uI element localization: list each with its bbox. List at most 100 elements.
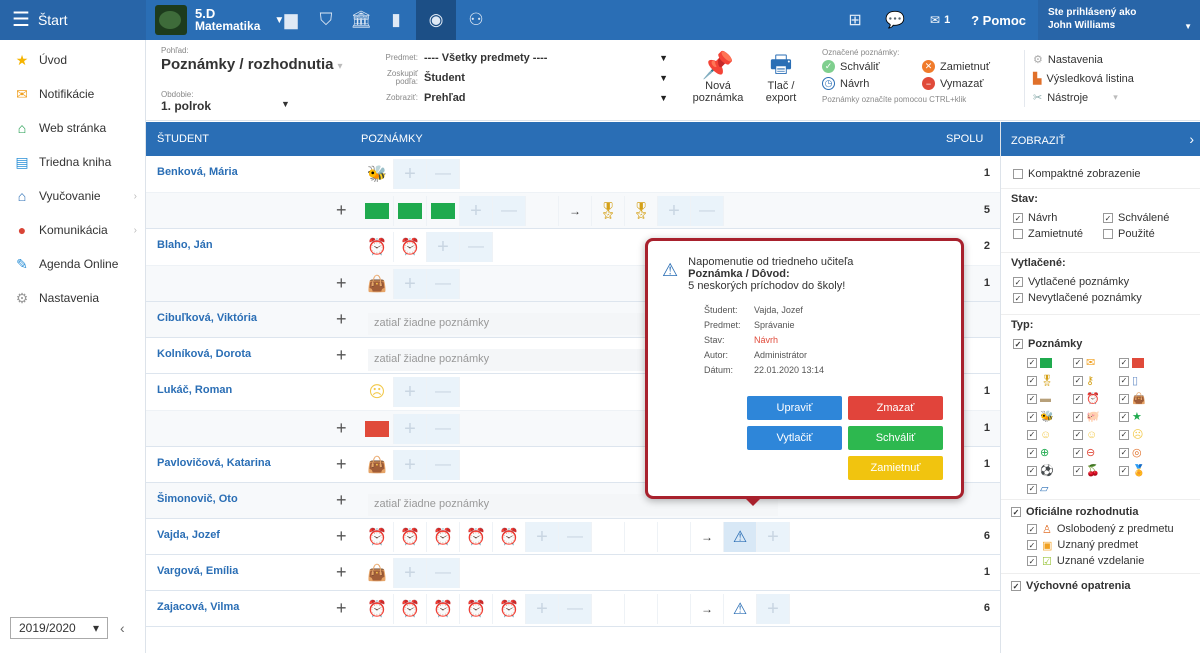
briefcase-icon[interactable]: ▆	[276, 0, 306, 40]
type-cherry[interactable]: ✓ 🍒	[1073, 464, 1119, 477]
add-note-plus[interactable]: +	[394, 159, 427, 189]
sidebar-item-agenda[interactable]: ✎ Agenda Online	[0, 247, 145, 281]
alarm-clock-icon[interactable]: ⏰	[460, 594, 493, 624]
sidebar-item-triedna-kniha[interactable]: ▤ Triedna kniha	[0, 145, 145, 179]
building-icon[interactable]: 🏛	[346, 0, 376, 40]
add-note-button[interactable]: +	[336, 419, 347, 437]
alarm-clock-icon[interactable]: ⏰	[394, 232, 427, 262]
type-trophy[interactable]: ✓ 🏅	[1119, 464, 1165, 477]
medal-icon[interactable]: 🎖	[625, 196, 658, 226]
print-export-button[interactable]: 🖶 Tlač / export	[758, 50, 804, 104]
type-plus-circle[interactable]: ✓ ⊕	[1027, 446, 1073, 459]
notes-type-checkbox[interactable]: ✓ Poznámky	[1013, 336, 1190, 352]
new-note-button[interactable]: 📌 Nová poznámka	[692, 50, 744, 104]
chart-icon[interactable]: ▮	[381, 0, 411, 40]
student-name[interactable]: Vargová, Emília	[157, 565, 238, 577]
alarm-clock-icon[interactable]: ⏰	[460, 522, 493, 552]
add-note-plus[interactable]: +	[394, 269, 427, 299]
reject-button[interactable]: Zamietnuť	[848, 456, 943, 480]
delete-button[interactable]: Zmazať	[848, 396, 943, 420]
type-neutral[interactable]: ✓ ☺	[1073, 428, 1119, 441]
student-name[interactable]: Zajacová, Vilma	[157, 601, 239, 613]
type-alarm[interactable]: ✓ ⏰	[1073, 392, 1119, 405]
edit-button[interactable]: Upraviť	[747, 396, 842, 420]
sidebar-item-uvod[interactable]: ★ Úvod	[0, 43, 145, 77]
sad-face-icon[interactable]: ☹	[361, 377, 394, 407]
compact-checkbox[interactable]: Kompaktné zobrazenie	[1013, 166, 1190, 182]
add-note-button[interactable]: +	[336, 346, 347, 364]
delete-marked-button[interactable]: − Vymazať	[922, 77, 1022, 90]
add-note-plus[interactable]: +	[526, 522, 559, 552]
help-button[interactable]: ? Pomoc	[965, 13, 1038, 28]
people-icon[interactable]: ⚇	[461, 0, 491, 40]
recognized-education-checkbox[interactable]: ✓ ☑ Uznané vzdelanie	[1027, 553, 1190, 569]
printed-checkbox[interactable]: ✓ Vytlačené poznámky	[1013, 274, 1190, 290]
reject-marked-button[interactable]: ✕ Zamietnuť	[922, 60, 1022, 73]
type-smile[interactable]: ✓ ☺	[1027, 428, 1073, 441]
status-used-checkbox[interactable]: Použité	[1103, 226, 1193, 242]
alarm-clock-icon[interactable]: ⏰	[427, 594, 460, 624]
alarm-clock-icon[interactable]: ⏰	[493, 594, 526, 624]
approve-button[interactable]: Schváliť	[848, 426, 943, 450]
type-shoe[interactable]: ✓ ▬	[1027, 392, 1073, 405]
sidebar-item-vyucovanie[interactable]: ⌂ Vyučovanie ›	[0, 179, 145, 213]
medal-icon[interactable]: 🎖	[592, 196, 625, 226]
alarm-clock-icon[interactable]: ⏰	[361, 594, 394, 624]
chevron-right-icon[interactable]: ›	[1189, 131, 1194, 147]
type-envelope[interactable]: ✓ ✉	[1073, 356, 1119, 369]
add-note-button[interactable]: +	[336, 201, 347, 219]
group-select[interactable]: Zoskupiť podľa: Študent ▼	[378, 68, 668, 88]
official-decisions-checkbox[interactable]: ✓ Oficiálne rozhodnutia	[1011, 504, 1190, 520]
add-note-plus[interactable]: +	[394, 450, 427, 480]
type-coin[interactable]: ✓ ◎	[1119, 446, 1165, 459]
student-name[interactable]: Kolníková, Dorota	[157, 348, 251, 360]
type-star[interactable]: ✓ ★	[1119, 410, 1165, 423]
results-link[interactable]: ▙ Výsledková listina	[1033, 69, 1134, 88]
bee-icon[interactable]: 🐝	[361, 159, 394, 189]
red-card-icon[interactable]	[361, 414, 394, 444]
student-name[interactable]: Cibuľková, Viktória	[157, 312, 257, 324]
type-document[interactable]: ✓ ▱	[1027, 482, 1073, 495]
green-card-icon[interactable]	[361, 196, 394, 226]
warning-icon[interactable]: ⚠	[724, 594, 757, 624]
add-note-plus[interactable]: +	[394, 414, 427, 444]
sidebar-item-nastavenia[interactable]: ⚙ Nastavenia	[0, 281, 145, 315]
add-note-plus[interactable]: +	[526, 594, 559, 624]
exempt-checkbox[interactable]: ✓ ♙ Oslobodený z predmetu	[1027, 521, 1190, 537]
bag-icon[interactable]: 👜	[361, 558, 394, 588]
notes-icon[interactable]: ◉	[416, 0, 456, 40]
add-note-plus[interactable]: +	[658, 196, 691, 226]
add-note-plus[interactable]: +	[757, 594, 790, 624]
class-selector[interactable]: 5.D Matematika ▼	[155, 5, 284, 35]
bag-icon[interactable]: 👜	[361, 269, 394, 299]
alarm-clock-icon[interactable]: ⏰	[394, 594, 427, 624]
type-green-card[interactable]: ✓	[1027, 356, 1073, 369]
sidebar-item-web[interactable]: ⌂ Web stránka	[0, 111, 145, 145]
type-minus-circle[interactable]: ✓ ⊖	[1073, 446, 1119, 459]
warning-icon[interactable]: ⚠	[724, 522, 757, 552]
type-red-card[interactable]: ✓	[1119, 356, 1165, 369]
type-sad[interactable]: ✓ ☹	[1119, 428, 1165, 441]
sidebar-item-notifikacie[interactable]: ✉ Notifikácie	[0, 77, 145, 111]
status-draft-checkbox[interactable]: ✓ Návrh	[1013, 210, 1103, 226]
add-note-plus[interactable]: +	[394, 558, 427, 588]
settings-link[interactable]: ⚙ Nastavenia	[1033, 50, 1134, 69]
type-phone[interactable]: ✓ ▯	[1119, 374, 1165, 387]
sidebar-item-komunikacia[interactable]: ● Komunikácia ›	[0, 213, 145, 247]
tools-link[interactable]: ✂ Nástroje ▾	[1033, 88, 1134, 107]
status-rejected-checkbox[interactable]: Zamietnuté	[1013, 226, 1103, 242]
alarm-clock-icon[interactable]: ⏰	[361, 522, 394, 552]
display-select[interactable]: Zobraziť: Prehľad ▼	[378, 88, 668, 108]
alarm-clock-icon[interactable]: ⏰	[427, 522, 460, 552]
year-select[interactable]: 2019/2020 ▾	[10, 617, 108, 639]
start-menu-button[interactable]: ☰ Štart	[0, 0, 146, 40]
add-note-button[interactable]: +	[336, 527, 347, 545]
draft-marked-button[interactable]: ◷ Návrh	[822, 77, 922, 90]
type-bag[interactable]: ✓ 👜	[1119, 392, 1165, 405]
alarm-clock-icon[interactable]: ⏰	[394, 522, 427, 552]
collapse-sidebar-icon[interactable]: ‹	[120, 620, 125, 636]
student-name[interactable]: Šimonovič, Oto	[157, 493, 238, 505]
status-approved-checkbox[interactable]: ✓ Schválené	[1103, 210, 1193, 226]
chat-icon[interactable]: 💬	[875, 10, 915, 30]
period-selector[interactable]: Obdobie: 1. polrok ▼	[161, 90, 290, 113]
